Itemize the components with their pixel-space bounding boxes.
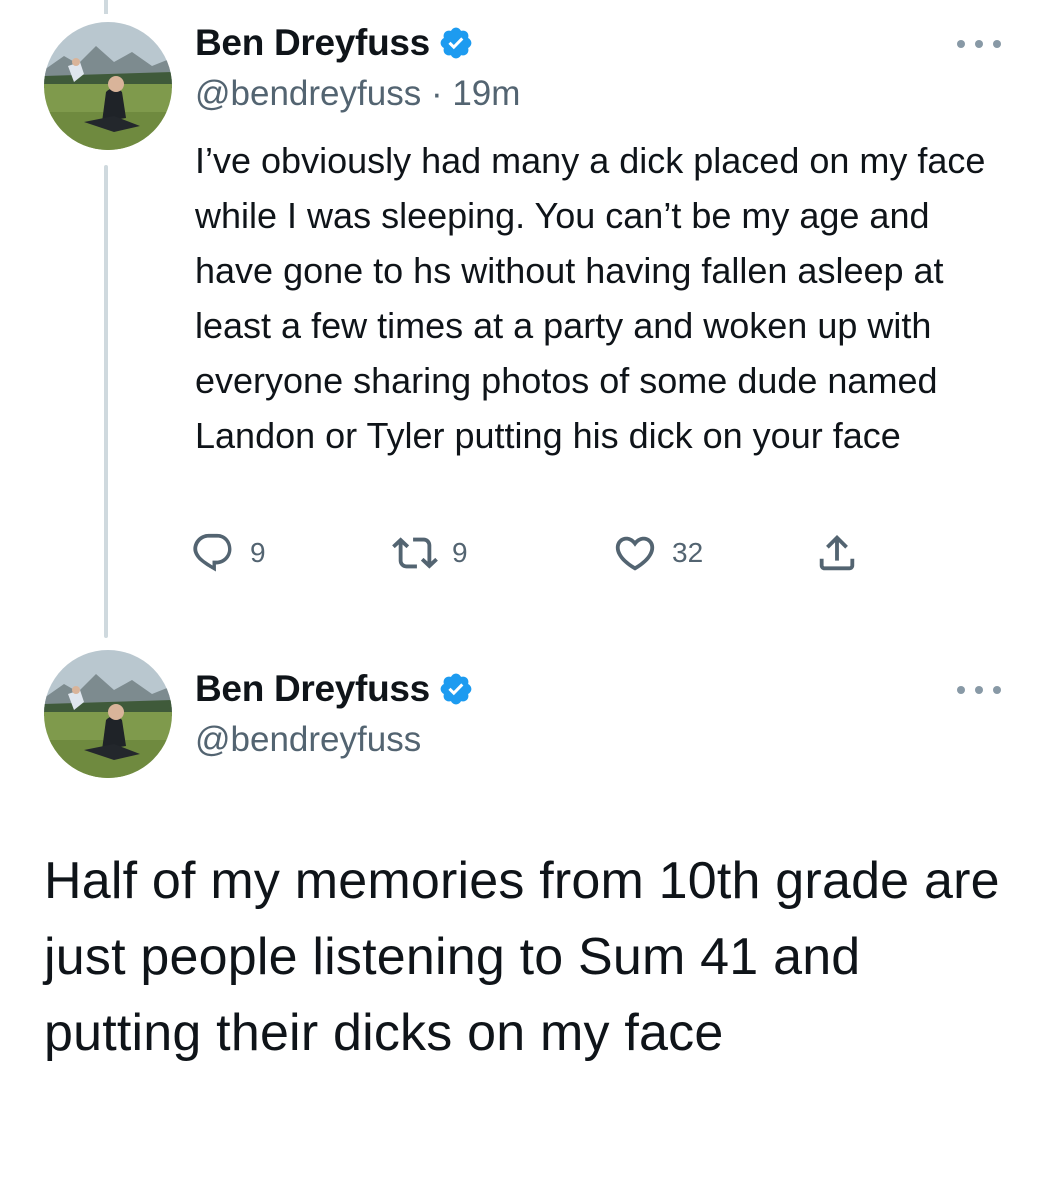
- reply-count: 9: [250, 537, 266, 568]
- retweet-button[interactable]: 9: [392, 530, 468, 576]
- share-button[interactable]: [814, 530, 860, 576]
- like-icon: [615, 536, 655, 571]
- like-button[interactable]: 32: [612, 530, 703, 576]
- verified-badge-icon: [440, 673, 472, 705]
- avatar[interactable]: [44, 22, 172, 150]
- tweet-text: I’ve obviously had many a dick placed on…: [195, 140, 986, 456]
- author-handle[interactable]: @bendreyfuss: [195, 720, 421, 760]
- author-handle[interactable]: @bendreyfuss: [195, 74, 421, 113]
- author-row: Ben Dreyfuss: [195, 668, 474, 710]
- more-options-icon[interactable]: [953, 680, 1005, 700]
- share-icon: [819, 534, 855, 571]
- verified-badge-icon: [440, 27, 472, 59]
- avatar[interactable]: [44, 650, 172, 778]
- tweet-text: Half of my memories from 10th grade are …: [44, 852, 1000, 1062]
- reply-button[interactable]: 9: [190, 530, 266, 576]
- tweet-actions: 9 9 32: [190, 530, 890, 590]
- author-row: Ben Dreyfuss: [195, 22, 474, 64]
- thread-connector-top: [104, 0, 108, 14]
- author-name[interactable]: Ben Dreyfuss: [195, 22, 430, 64]
- avatar-image: [44, 650, 172, 778]
- separator-dot: ·: [430, 74, 443, 113]
- timestamp[interactable]: 19m: [452, 74, 520, 113]
- retweet-count: 9: [452, 537, 468, 568]
- thread-connector-line: [104, 165, 108, 638]
- author-name[interactable]: Ben Dreyfuss: [195, 668, 430, 710]
- avatar-image: [44, 22, 172, 150]
- reply-icon: [193, 533, 232, 572]
- retweet-icon: [392, 537, 438, 569]
- like-count: 32: [672, 537, 704, 568]
- more-options-icon[interactable]: [953, 34, 1005, 54]
- handle-time: @bendreyfuss · 19m: [195, 74, 520, 114]
